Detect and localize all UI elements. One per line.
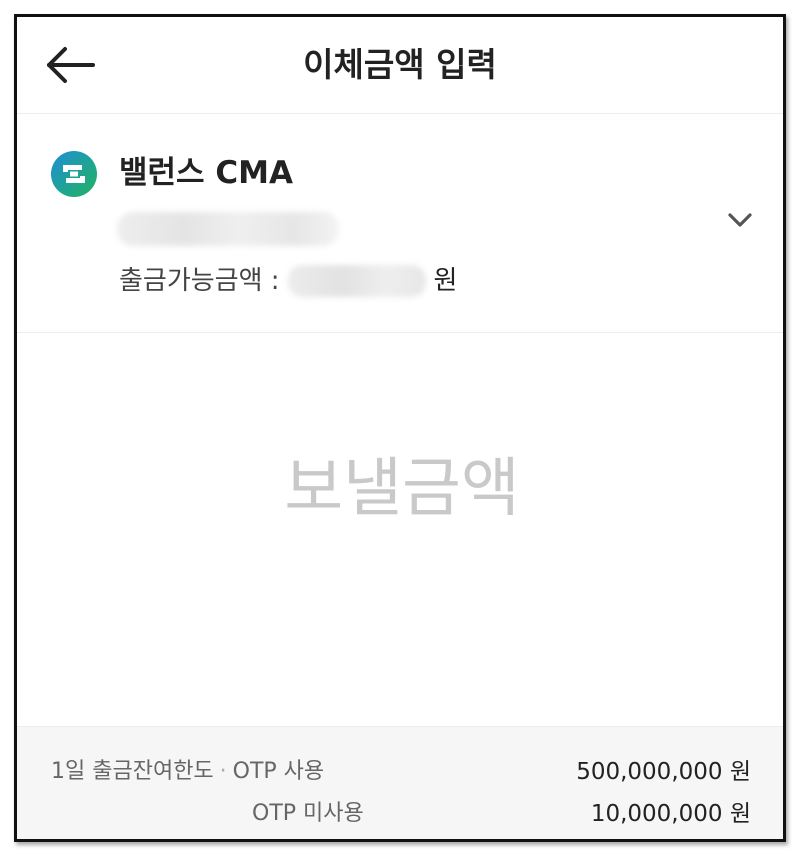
page-title: 이체금액 입력 — [303, 45, 497, 84]
limit-otp-used-label: 1일 출금잔여한도 · OTP 사용 — [51, 757, 324, 787]
chevron-down-icon[interactable] — [727, 210, 753, 230]
otp-unused-label: OTP 미사용 — [252, 801, 364, 826]
app-header: 이체금액 입력 — [17, 17, 783, 114]
account-selector[interactable]: 밸런스 CMA 출금가능금액 : 원 — [17, 114, 783, 333]
separator-dot: · — [219, 759, 227, 784]
balance-label: 출금가능금액 : — [119, 265, 280, 296]
account-number-redacted — [117, 212, 339, 246]
amount-input[interactable] — [17, 443, 783, 535]
daily-limit-label: 1일 출금잔여한도 — [51, 759, 214, 784]
balance-unit: 원 — [433, 265, 458, 296]
withdrawal-limits: 1일 출금잔여한도 · OTP 사용 500,000,000 원 OTP 미사용 1… — [17, 726, 783, 839]
available-balance: 출금가능금액 : 원 — [119, 260, 457, 300]
cma-logo-icon — [51, 151, 97, 197]
transfer-screen: 이체금액 입력 밸런스 CMA 출금가능금액 : 원 보낼금액 1일 출금잔여한도… — [14, 14, 786, 842]
otp-used-label: OTP 사용 — [232, 759, 325, 784]
amount-entry-area — [17, 333, 783, 726]
otp-unused-value: 10,000,000 원 — [590, 801, 751, 827]
balance-value-redacted — [287, 264, 426, 297]
otp-used-value: 500,000,000 원 — [576, 759, 751, 785]
account-name: 밸런스 CMA — [119, 155, 293, 191]
